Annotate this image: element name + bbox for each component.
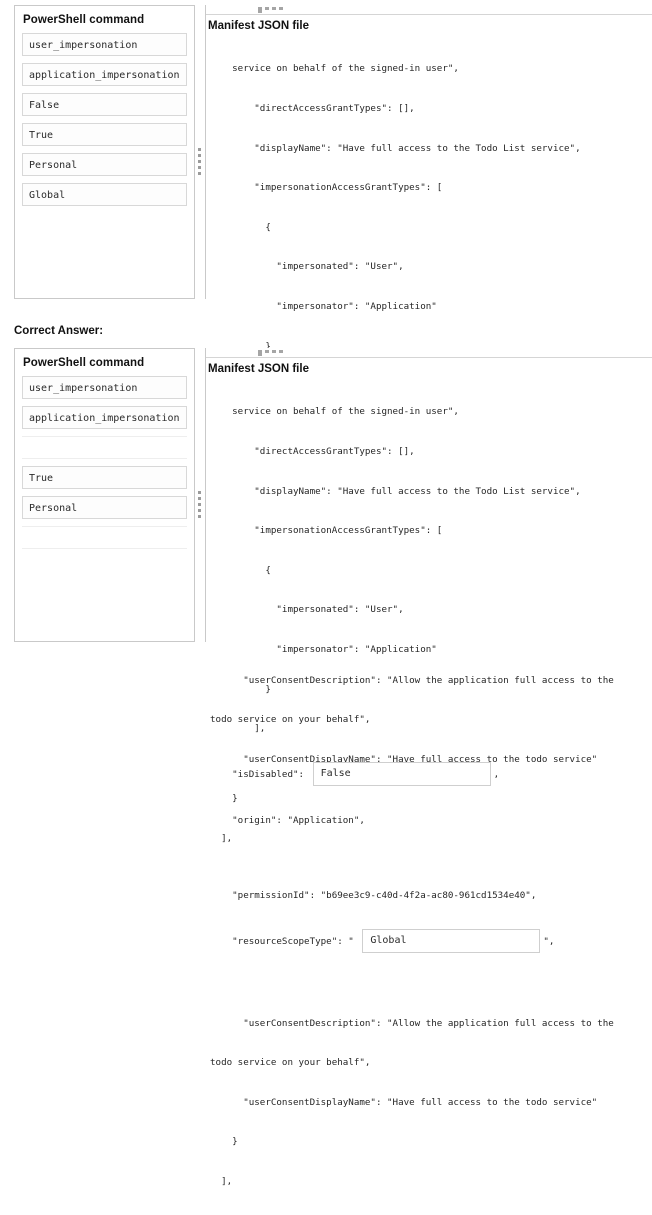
pool-item[interactable]: application_impersonation [22,63,187,86]
pool-item[interactable]: False [22,93,187,116]
horizontal-splitter-grip-icon[interactable] [258,350,292,356]
answer-dragdrop-widget: PowerShell command user_impersonation ap… [14,348,652,1187]
vertical-splitter[interactable] [194,348,206,642]
json-line-is-disabled: "isDisabled": False, [210,762,652,788]
question-manifest-json-panel: Manifest JSON file service on behalf of … [206,5,652,844]
json-line: "userConsentDescription": "Allow the app… [210,1017,614,1029]
json-blank-line [210,854,652,863]
json-line: { [210,221,271,233]
splitter-grip-icon[interactable] [198,491,202,523]
json-line: service on behalf of the signed-in user"… [210,406,459,418]
json-line: "impersonationAccessGrantTypes": [ [210,525,443,537]
json-line: "impersonationAccessGrantTypes": [ [210,182,443,194]
json-line: "impersonated": "User", [210,261,404,273]
vertical-splitter[interactable] [194,5,206,299]
json-line: "directAccessGrantTypes": [], [210,446,415,457]
json-line: "impersonated": "User", [210,604,404,616]
json-line-suffix: , [493,768,500,780]
json-line: "userConsentDisplayName": "Have full acc… [210,1096,598,1108]
splitter-rail-left [194,5,195,299]
manifest-panel-header: Manifest JSON file [208,20,309,32]
json-line: { [210,564,271,576]
json-line: } [210,1136,238,1148]
pool-item[interactable]: Personal [22,496,187,519]
manifest-json-body: service on behalf of the signed-in user"… [206,379,652,1215]
question-powershell-command-pool: PowerShell command user_impersonation ap… [14,5,194,299]
json-key-is-disabled: "isDisabled": [210,768,310,780]
json-line: ], [210,1175,233,1187]
pool-item-empty-slot [22,436,187,459]
question-dragdrop-widget: PowerShell command user_impersonation ap… [14,5,652,844]
manifest-panel-header: Manifest JSON file [208,363,309,375]
json-line: "permissionId": "b69ee3c9-c40d-4f2a-ac80… [210,890,537,902]
pool-panel-header: PowerShell command [23,357,145,369]
drop-slot-resource-scope-type[interactable]: Global [362,929,541,954]
correct-answer-caption: Correct Answer: [14,325,104,337]
json-line-suffix: ", [543,935,555,947]
pool-item[interactable]: True [22,123,187,146]
json-line: service on behalf of the signed-in user"… [210,63,459,75]
drop-slot-is-disabled[interactable]: False [312,762,491,787]
answer-manifest-json-panel: Manifest JSON file service on behalf of … [206,348,652,1187]
json-blank-line [210,981,652,990]
json-line-resource-scope-type: "resourceScopeType": " Global ", [210,929,652,955]
json-key-resource-scope-type: "resourceScopeType": " [210,935,360,947]
pool-item[interactable]: application_impersonation [22,406,187,429]
horizontal-splitter[interactable] [206,348,652,358]
json-line: "displayName": "Have full access to the … [210,142,581,154]
pool-item-empty-slot [22,526,187,549]
pool-item-list: user_impersonation application_impersona… [15,376,194,549]
json-line: "impersonator": "Application" [210,300,437,312]
json-line: todo service on your behalf", [210,1057,371,1069]
json-line: "impersonator": "Application" [210,643,437,655]
pool-item[interactable]: Personal [22,153,187,176]
json-line: "directAccessGrantTypes": [], [210,103,415,114]
horizontal-splitter[interactable] [206,5,652,15]
json-line: } [210,683,271,695]
pool-item[interactable]: user_impersonation [22,376,187,399]
horizontal-splitter-grip-icon[interactable] [258,7,292,13]
splitter-rail-left [194,348,195,642]
answer-powershell-command-pool: PowerShell command user_impersonation ap… [14,348,194,642]
splitter-grip-icon[interactable] [198,148,202,180]
pool-item-list: user_impersonation application_impersona… [15,33,194,206]
pool-item[interactable]: user_impersonation [22,33,187,56]
json-line: "displayName": "Have full access to the … [210,485,581,497]
pool-item[interactable]: Global [22,183,187,206]
pool-item[interactable]: True [22,466,187,489]
json-line: ], [210,723,266,735]
json-line: "origin": "Application", [210,815,365,827]
pool-panel-header: PowerShell command [23,14,145,26]
